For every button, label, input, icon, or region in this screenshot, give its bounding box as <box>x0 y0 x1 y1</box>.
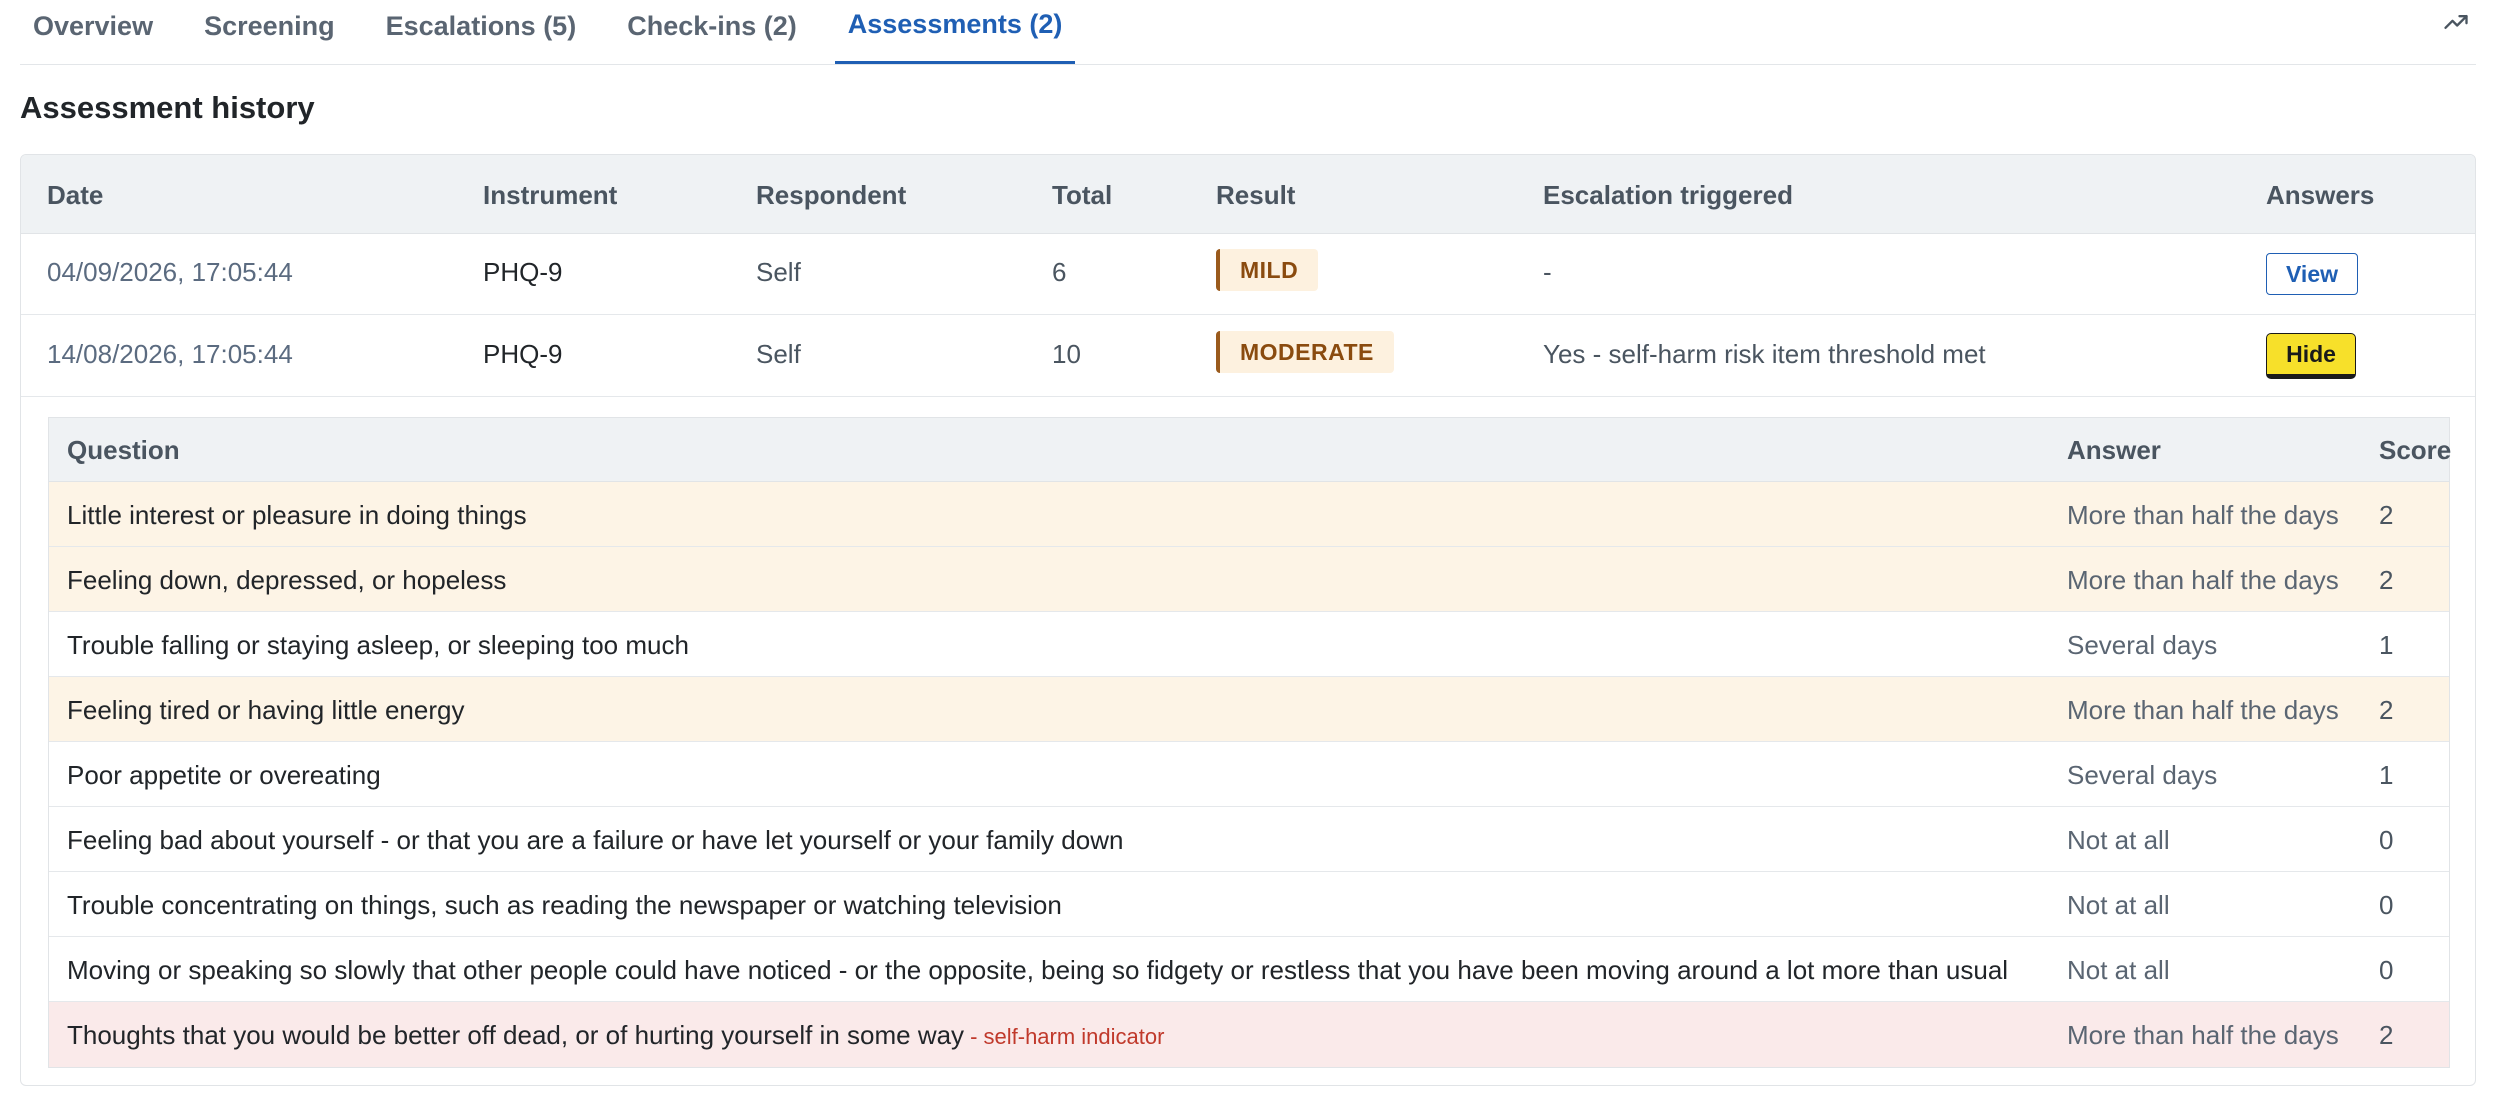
answer-score: 1 <box>2379 630 2394 660</box>
answer-row: Thoughts that you would be better off de… <box>49 1002 2449 1067</box>
question-text: Trouble falling or staying asleep, or sl… <box>67 630 689 661</box>
result-badge: MILD <box>1216 249 1319 291</box>
question-label: Feeling down, depressed, or hopeless <box>67 565 507 595</box>
table-row: 14/08/2026, 17:05:44 PHQ-9 Self 10 MODER… <box>21 315 2475 397</box>
question-label: Trouble falling or staying asleep, or sl… <box>67 630 689 660</box>
question-label: Thoughts that you would be better off de… <box>67 1020 965 1050</box>
answer-row: Feeling tired or having little energy Mor… <box>49 677 2449 742</box>
answers-table: Question Answer Score Little interest or… <box>48 417 2452 1068</box>
row-date: 04/09/2026, 17:05:44 <box>47 257 293 287</box>
question-text: Feeling tired or having little energy <box>67 695 464 726</box>
answer-score: 2 <box>2379 695 2394 725</box>
answer-score: 2 <box>2379 500 2394 530</box>
tab-bar: Overview Screening Escalations (5) Check… <box>20 0 2476 65</box>
column-header-respondent[interactable]: Respondent <box>756 180 906 211</box>
answer-score: 0 <box>2379 825 2394 855</box>
question-text: Trouble concentrating on things, such as… <box>67 890 1062 921</box>
column-header-score: Score <box>2379 435 2452 465</box>
question-label: Trouble concentrating on things, such as… <box>67 890 1062 920</box>
answer-score: 2 <box>2379 1020 2394 1050</box>
column-header-instrument[interactable]: Instrument <box>483 180 617 211</box>
answer-row: Trouble falling or staying asleep, or sl… <box>49 612 2449 677</box>
tab-assessments[interactable]: Assessments (2) <box>834 0 1076 64</box>
answers-body: Little interest or pleasure in doing thi… <box>49 482 2449 1067</box>
question-text: Poor appetite or overeating <box>67 760 381 791</box>
row-instrument: PHQ-9 <box>483 339 563 369</box>
section-title: Assessment history <box>20 90 315 125</box>
answer-score: 1 <box>2379 760 2394 790</box>
column-header-answers: Answers <box>2266 180 2375 210</box>
column-header-answer: Answer <box>2067 435 2161 465</box>
answer-row: Moving or speaking so slowly that other … <box>49 937 2449 1002</box>
question-text: Feeling down, depressed, or hopeless <box>67 565 506 596</box>
answer-text: More than half the days <box>2067 1020 2339 1050</box>
answer-row: Little interest or pleasure in doing thi… <box>49 482 2449 547</box>
answer-text: Several days <box>2067 630 2218 660</box>
answer-score: 0 <box>2379 890 2394 920</box>
assessment-history-table: Date Instrument Respondent Total Result … <box>20 154 2476 1086</box>
row-respondent: Self <box>756 339 801 369</box>
answer-row: Trouble concentrating on things, such as… <box>49 872 2449 937</box>
question-text: Moving or speaking so slowly that other … <box>67 955 2008 986</box>
column-header-date[interactable]: Date <box>47 180 103 211</box>
question-text: Feeling bad about yourself - or that you… <box>67 825 1123 856</box>
answer-text: More than half the days <box>2067 565 2339 595</box>
row-date: 14/08/2026, 17:05:44 <box>47 339 293 369</box>
answer-text: Not at all <box>2067 825 2170 855</box>
tab-check-ins[interactable]: Check-ins (2) <box>614 0 810 64</box>
column-header-escalation[interactable]: Escalation triggered <box>1543 180 1793 211</box>
row-total: 6 <box>1052 257 1067 287</box>
answer-text: More than half the days <box>2067 695 2339 725</box>
question-label: Moving or speaking so slowly that other … <box>67 955 2009 985</box>
tab-escalations[interactable]: Escalations (5) <box>373 0 590 64</box>
trending-up-icon[interactable] <box>2442 8 2470 36</box>
view-answers-button[interactable]: View <box>2266 253 2358 295</box>
hide-answers-button[interactable]: Hide <box>2266 333 2356 379</box>
row-respondent: Self <box>756 257 801 287</box>
self-harm-indicator: - self-harm indicator <box>970 1024 1165 1049</box>
column-header-result[interactable]: Result <box>1216 180 1295 211</box>
row-escalation: - <box>1543 257 1552 287</box>
row-escalation: Yes - self-harm risk item threshold met <box>1543 339 1986 369</box>
answer-text: Not at all <box>2067 890 2170 920</box>
question-label: Feeling bad about yourself - or that you… <box>67 825 1124 855</box>
column-header-total[interactable]: Total <box>1052 180 1112 211</box>
result-badge: MODERATE <box>1216 331 1394 373</box>
answers-header: Question Answer Score <box>49 418 2452 482</box>
column-header-question: Question <box>67 435 180 465</box>
row-instrument: PHQ-9 <box>483 257 563 287</box>
question-text: Little interest or pleasure in doing thi… <box>67 500 527 531</box>
table-header: Date Instrument Respondent Total Result … <box>21 155 2475 234</box>
answer-row: Feeling bad about yourself - or that you… <box>49 807 2449 872</box>
tab-screening[interactable]: Screening <box>191 0 348 64</box>
answer-row: Poor appetite or overeating Several days 1 <box>49 742 2449 807</box>
question-label: Poor appetite or overeating <box>67 760 381 790</box>
answer-text: Several days <box>2067 760 2218 790</box>
tab-overview[interactable]: Overview <box>20 0 166 64</box>
answer-score: 0 <box>2379 955 2394 985</box>
assessments-page: Overview Screening Escalations (5) Check… <box>0 0 2496 1106</box>
answer-row: Feeling down, depressed, or hopeless More… <box>49 547 2449 612</box>
answer-text: Not at all <box>2067 955 2170 985</box>
answer-text: More than half the days <box>2067 500 2339 530</box>
question-label: Little interest or pleasure in doing thi… <box>67 500 527 530</box>
question-text: Thoughts that you would be better off de… <box>67 1020 1164 1051</box>
table-row: 04/09/2026, 17:05:44 PHQ-9 Self 6 MILD -… <box>21 233 2475 315</box>
question-label: Feeling tired or having little energy <box>67 695 465 725</box>
answer-score: 2 <box>2379 565 2394 595</box>
row-total: 10 <box>1052 339 1081 369</box>
